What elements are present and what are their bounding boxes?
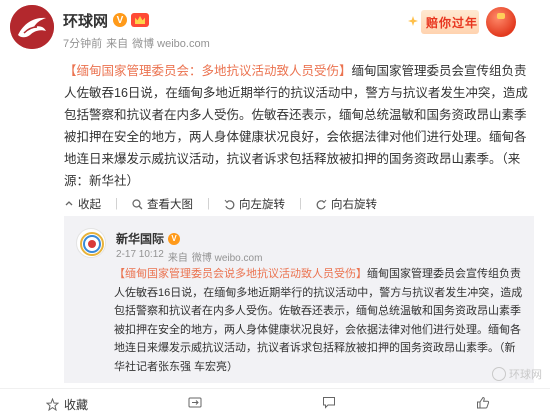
collapse-icon (65, 201, 73, 206)
favorite-button[interactable]: 收藏 (46, 396, 88, 413)
search-icon (132, 198, 143, 209)
post-body-text: 缅甸国家管理委员会宣传组负责人佐敏吞16日说，在缅甸多地近期举行的抗议活动中，警… (64, 64, 528, 188)
quoted-topic-tag[interactable]: 【缅甸国家管理委员会说多地抗议活动致人员受伤】 (114, 268, 367, 280)
watermark: 环球网 (492, 366, 542, 382)
star-icon (46, 398, 59, 411)
image-action-bar: 收起 | 查看大图 | 向左旋转 | 向右旋转 (64, 196, 377, 212)
collapse-link[interactable]: 收起 (64, 196, 101, 212)
view-large-link[interactable]: 查看大图 (132, 196, 193, 212)
rotate-right-label: 向右旋转 (331, 199, 377, 211)
rotate-left-link[interactable]: 向左旋转 (224, 196, 285, 212)
quoted-body: 【缅甸国家管理委员会说多地抗议活动致人员受伤】缅甸国家管理委员会宣传组负责人佐敏… (114, 265, 524, 376)
divider: | (299, 198, 302, 210)
topic-tag[interactable]: 【缅甸国家管理委员会：多地抗议活动致人员受伤】 (64, 64, 352, 78)
repost-button[interactable] (188, 396, 207, 409)
sparkle-icon (408, 16, 418, 26)
username[interactable]: 环球网 (63, 10, 108, 31)
globe-logo-icon (10, 5, 54, 49)
verified-icon: V (113, 13, 128, 27)
name-row: 环球网 V (63, 9, 150, 31)
quoted-source[interactable]: 微博 weibo.com (192, 249, 263, 264)
rotate-left-label: 向左旋转 (239, 199, 285, 211)
quoted-post-card[interactable]: 新华国际 V 2-17 10:12 来自 微博 weibo.com 【缅甸国家管… (64, 216, 534, 383)
post-time[interactable]: 7分钟前 (63, 35, 102, 51)
rotate-right-icon (316, 199, 327, 209)
quoted-username[interactable]: 新华国际 (116, 230, 164, 247)
quoted-meta: 2-17 10:12 来自 微博 weibo.com (116, 249, 262, 264)
favorite-label: 收藏 (64, 398, 89, 412)
divider: | (207, 198, 210, 210)
quoted-source-prefix: 来自 (167, 253, 188, 264)
quoted-time[interactable]: 2-17 10:12 (116, 249, 164, 264)
promo-badge[interactable]: 赔你过年 (386, 6, 526, 38)
post-header: 环球网 V 7分钟前 来自 微博 weibo.com 赔你过年 (0, 0, 550, 56)
member-crown-icon[interactable] (131, 13, 150, 27)
quoted-body-text: 缅甸国家管理委员会宣传组负责人佐敏吞16日说，在缅甸多地近期举行的抗议活动中，警… (114, 268, 523, 373)
like-button[interactable] (476, 396, 495, 409)
avatar[interactable] (10, 5, 54, 49)
rotate-right-link[interactable]: 向右旋转 (316, 196, 377, 212)
repost-icon (188, 397, 202, 408)
comment-button[interactable] (322, 396, 341, 409)
post-source[interactable]: 微博 weibo.com (132, 35, 210, 51)
post-body: 【缅甸国家管理委员会：多地抗议活动致人员受伤】缅甸国家管理委员会宣传组负责人佐敏… (64, 60, 534, 192)
post-meta: 7分钟前 来自 微博 weibo.com (63, 35, 210, 51)
comment-icon (323, 397, 335, 409)
promo-text: 赔你过年 (426, 16, 479, 30)
rotate-left-icon (224, 199, 235, 209)
quoted-verified-icon: V (168, 232, 181, 245)
red-envelope-icon (486, 7, 516, 37)
watermark-logo-icon (492, 367, 506, 381)
quoted-avatar[interactable] (76, 228, 106, 258)
watermark-text: 环球网 (509, 369, 542, 381)
action-bar: 收藏 (0, 388, 550, 419)
xinhua-logo-icon (78, 230, 105, 257)
divider: | (115, 198, 118, 210)
quoted-name-row: 新华国际 V (116, 230, 181, 247)
source-prefix: 来自 (106, 38, 129, 50)
view-large-label: 查看大图 (147, 199, 193, 211)
thumbs-up-icon (477, 396, 490, 409)
collapse-label: 收起 (78, 199, 101, 211)
